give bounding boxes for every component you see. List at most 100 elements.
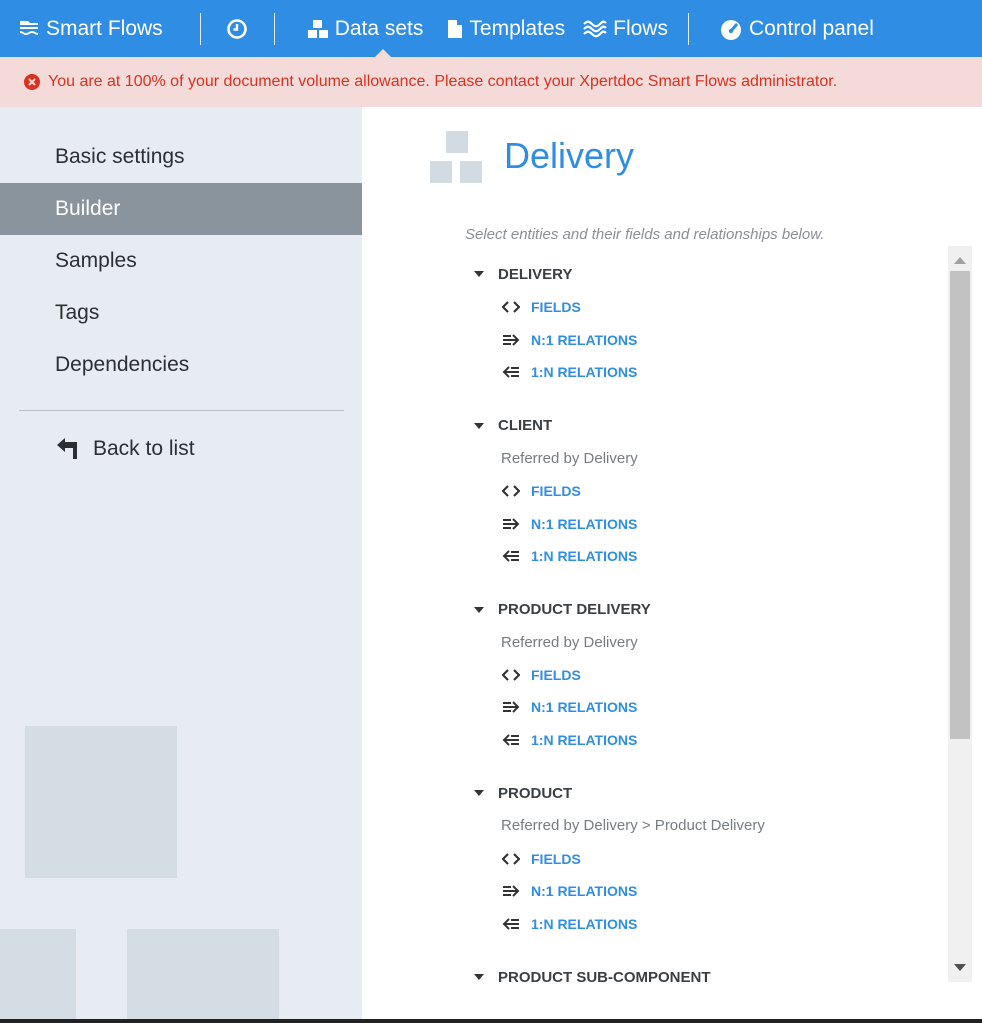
entity-name: PRODUCT SUB-COMPONENT bbox=[498, 968, 711, 986]
fields-link[interactable]: FIELDS bbox=[474, 475, 944, 508]
1n-relations-label: 1:N RELATIONS bbox=[531, 364, 638, 381]
1n-relations-link[interactable]: 1:N RELATIONS bbox=[474, 356, 944, 389]
brand-link[interactable]: Smart Flows bbox=[18, 17, 163, 41]
entity-name: CLIENT bbox=[498, 417, 553, 435]
page-title: Delivery bbox=[504, 135, 635, 176]
sidebar-item-samples[interactable]: Samples bbox=[0, 235, 362, 287]
code-brackets-icon bbox=[501, 852, 521, 866]
arrow-right-icon bbox=[501, 517, 521, 531]
nav-control-panel-label: Control panel bbox=[748, 16, 874, 40]
entity-node: CLIENT Referred by Delivery FIELDS N:1 R… bbox=[474, 409, 944, 573]
code-brackets-icon bbox=[501, 668, 521, 682]
n1-relations-label: N:1 RELATIONS bbox=[531, 331, 638, 348]
arrow-left-icon bbox=[501, 365, 521, 379]
nav-datasets[interactable]: Data sets bbox=[307, 17, 423, 41]
entity-tree: DELIVERY FIELDS N:1 RELATIONS 1:N RELATI… bbox=[474, 257, 944, 1014]
entity-header[interactable]: PRODUCT DELIVERY bbox=[474, 593, 944, 627]
back-to-list-link[interactable]: Back to list bbox=[55, 437, 195, 461]
back-arrow-icon bbox=[57, 438, 77, 459]
n1-relations-label: N:1 RELATIONS bbox=[531, 883, 638, 900]
smart-flows-logo-icon bbox=[20, 20, 38, 35]
nav-flows[interactable]: Flows bbox=[583, 17, 668, 41]
decorative-block bbox=[0, 929, 76, 1019]
scrollbar-thumb[interactable] bbox=[950, 271, 970, 739]
sidebar: Basic settings Builder Samples Tags Depe… bbox=[0, 107, 362, 1019]
document-icon bbox=[448, 19, 463, 38]
app-root: Smart Flows Data sets Templates Flows Co… bbox=[0, 0, 982, 1023]
1n-relations-link[interactable]: 1:N RELATIONS bbox=[474, 908, 944, 941]
dataset-icon bbox=[430, 131, 484, 185]
entity-header[interactable]: DELIVERY bbox=[474, 257, 944, 291]
tree-scrollbar[interactable] bbox=[948, 246, 972, 982]
arrow-left-icon bbox=[501, 549, 521, 563]
n1-relations-link[interactable]: N:1 RELATIONS bbox=[474, 507, 944, 540]
sidebar-item-tags[interactable]: Tags bbox=[0, 287, 362, 339]
fields-link[interactable]: FIELDS bbox=[474, 659, 944, 692]
gauge-icon bbox=[720, 19, 741, 40]
nav-templates[interactable]: Templates bbox=[447, 17, 565, 41]
n1-relations-label: N:1 RELATIONS bbox=[531, 515, 638, 532]
referred-by: Referred by Delivery > Product Delivery bbox=[501, 817, 765, 835]
n1-relations-link[interactable]: N:1 RELATIONS bbox=[474, 324, 944, 357]
arrow-right-icon bbox=[501, 700, 521, 714]
code-brackets-icon bbox=[501, 484, 521, 498]
1n-relations-label: 1:N RELATIONS bbox=[531, 732, 638, 749]
caret-down-icon bbox=[474, 790, 484, 797]
sidebar-item-dependencies[interactable]: Dependencies bbox=[0, 339, 362, 391]
arrow-left-icon bbox=[501, 733, 521, 747]
entity-node: PRODUCT Referred by Delivery > Product D… bbox=[474, 776, 944, 940]
error-icon bbox=[24, 74, 40, 90]
sidebar-divider bbox=[19, 410, 344, 411]
decorative-block bbox=[127, 929, 279, 1019]
back-to-list-label: Back to list bbox=[93, 437, 195, 460]
brand-label: Smart Flows bbox=[46, 16, 163, 40]
entity-node: DELIVERY FIELDS N:1 RELATIONS 1:N RELATI… bbox=[474, 257, 944, 389]
arrow-right-icon bbox=[501, 884, 521, 898]
1n-relations-label: 1:N RELATIONS bbox=[531, 548, 638, 565]
entity-header[interactable]: PRODUCT bbox=[474, 776, 944, 810]
entity-header[interactable]: PRODUCT SUB-COMPONENT bbox=[474, 960, 944, 994]
entity-node: PRODUCT DELIVERY Referred by Delivery FI… bbox=[474, 593, 944, 757]
arrow-right-icon bbox=[501, 333, 521, 347]
sidebar-item-label: Basic settings bbox=[55, 145, 185, 168]
n1-relations-link[interactable]: N:1 RELATIONS bbox=[474, 691, 944, 724]
sidebar-item-builder[interactable]: Builder bbox=[0, 183, 362, 235]
volume-alert: You are at 100% of your document volume … bbox=[0, 57, 982, 107]
nav-control-panel[interactable]: Control panel bbox=[719, 17, 874, 41]
caret-down-icon bbox=[474, 422, 484, 429]
fields-link[interactable]: FIELDS bbox=[474, 842, 944, 875]
nav-templates-label: Templates bbox=[469, 16, 566, 40]
scroll-down-arrow-icon[interactable] bbox=[954, 964, 966, 971]
nav-separator bbox=[273, 12, 275, 45]
datasets-icon bbox=[307, 19, 328, 38]
history-button[interactable] bbox=[226, 18, 247, 39]
fields-label: FIELDS bbox=[531, 666, 581, 683]
sidebar-item-basic-settings[interactable]: Basic settings bbox=[0, 131, 362, 183]
nav-flows-label: Flows bbox=[613, 16, 668, 40]
entity-name: PRODUCT bbox=[498, 784, 573, 802]
code-brackets-icon bbox=[501, 300, 521, 314]
active-nav-caret bbox=[375, 49, 391, 57]
arrow-left-icon bbox=[501, 917, 521, 931]
1n-relations-link[interactable]: 1:N RELATIONS bbox=[474, 724, 944, 757]
scroll-up-arrow-icon[interactable] bbox=[954, 257, 966, 264]
entity-name: PRODUCT DELIVERY bbox=[498, 601, 651, 619]
fields-link[interactable]: FIELDS bbox=[474, 291, 944, 324]
clock-icon bbox=[226, 18, 247, 39]
entity-name: DELIVERY bbox=[498, 265, 573, 283]
nav-separator bbox=[687, 12, 689, 45]
fields-label: FIELDS bbox=[531, 850, 581, 867]
n1-relations-link[interactable]: N:1 RELATIONS bbox=[474, 875, 944, 908]
sidebar-item-label: Dependencies bbox=[55, 353, 190, 376]
referred-by: Referred by Delivery bbox=[501, 633, 638, 651]
builder-hint: Select entities and their fields and rel… bbox=[465, 226, 825, 243]
entity-header[interactable]: CLIENT bbox=[474, 409, 944, 443]
caret-down-icon bbox=[474, 606, 484, 613]
flows-icon bbox=[583, 20, 607, 37]
sidebar-item-label: Tags bbox=[55, 301, 100, 324]
1n-relations-label: 1:N RELATIONS bbox=[531, 915, 638, 932]
decorative-block bbox=[25, 726, 177, 878]
1n-relations-link[interactable]: 1:N RELATIONS bbox=[474, 540, 944, 573]
sidebar-item-label: Builder bbox=[55, 197, 121, 220]
main-content: Delivery Select entities and their field… bbox=[362, 107, 982, 1019]
